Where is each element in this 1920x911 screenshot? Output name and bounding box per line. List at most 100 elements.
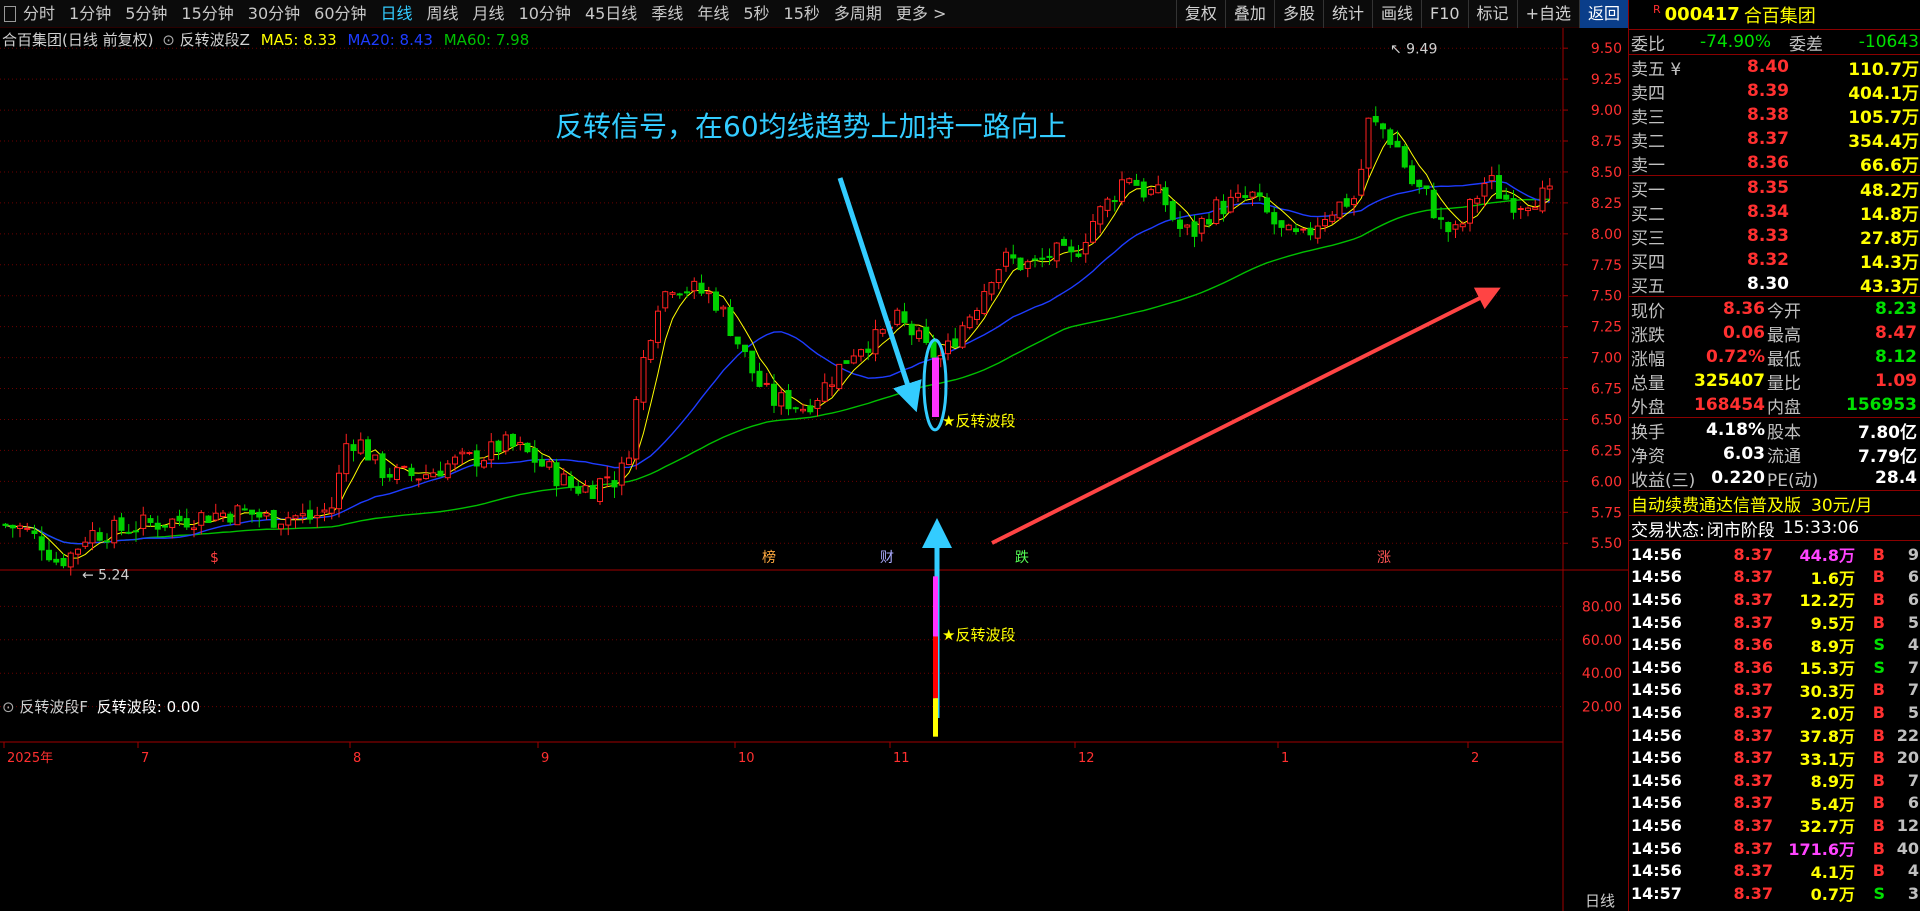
tick-time: 14:56: [1631, 567, 1682, 587]
event-marker[interactable]: $: [210, 550, 219, 566]
tool-button-0[interactable]: 复权: [1175, 0, 1225, 28]
tool-button-4[interactable]: 画线: [1371, 0, 1421, 28]
x-tick-label: 2: [1471, 751, 1479, 766]
tick-row: 14:56 8.37 5.4万 B 6: [1629, 792, 1920, 815]
period-tab-11[interactable]: 季线: [644, 0, 690, 28]
candle-body: [785, 390, 792, 410]
candle-body: [858, 349, 864, 357]
tick-row: 14:56 8.37 33.1万 B 20: [1629, 746, 1920, 769]
tool-button-6[interactable]: 标记: [1467, 0, 1517, 28]
stats-value: 8.36: [1723, 299, 1765, 319]
price-chart[interactable]: 9.50 9.25 9.00 8.75 8.50 8.25 8.00 7.75 7.50 7.25…: [0, 28, 1628, 911]
tick-side: B: [1872, 567, 1885, 587]
sells-price: 8.40: [1747, 57, 1789, 77]
period-tab-9[interactable]: 10分钟: [512, 0, 578, 28]
candle-body: [256, 511, 263, 518]
stats2-value: 4.18%: [1706, 420, 1765, 440]
candle-body: [46, 549, 52, 561]
candle-body: [647, 340, 654, 360]
candle-body: [1416, 179, 1423, 188]
candle-body: [959, 325, 966, 348]
candle-body: [821, 382, 828, 402]
period-tab-14[interactable]: 15秒: [777, 0, 827, 28]
period-tab-12[interactable]: 年线: [690, 0, 736, 28]
sells-label: 卖二: [1631, 131, 1665, 152]
period-tab-1[interactable]: 1分钟: [62, 0, 118, 28]
tool-button-7[interactable]: +自选: [1516, 0, 1579, 28]
buys-price: 8.33: [1747, 226, 1789, 246]
period-tab-4[interactable]: 30分钟: [241, 0, 307, 28]
sub-indicator-dropdown-icon[interactable]: ⊙: [2, 698, 15, 716]
sub-y-tick-label: 20.00: [1582, 700, 1622, 716]
stats2-value: 7.80亿: [1858, 422, 1917, 443]
candle-body: [966, 316, 973, 329]
event-marker[interactable]: 财: [880, 550, 894, 566]
buys-row: 买一 8.35 48.2万: [1629, 176, 1920, 201]
event-marker[interactable]: 跌: [1015, 550, 1029, 566]
candle-body: [1539, 187, 1546, 212]
event-marker[interactable]: 榜: [762, 549, 776, 566]
tick-count: 5: [1907, 702, 1919, 722]
tick-volume: 0.7万: [1810, 885, 1855, 905]
x-tick-label: 9: [541, 751, 549, 766]
period-tab-8[interactable]: 月线: [466, 0, 512, 28]
candle-body: [162, 525, 168, 528]
period-tab-2[interactable]: 5分钟: [118, 0, 174, 28]
period-tab-16[interactable]: 更多 >: [889, 0, 954, 28]
buys-price: 8.30: [1747, 274, 1789, 294]
candle-body: [879, 329, 886, 334]
tick-count: 5: [1907, 612, 1919, 632]
period-tab-6[interactable]: 日线: [374, 0, 420, 28]
tool-button-8[interactable]: 返回: [1578, 0, 1628, 28]
buys-price: 8.32: [1747, 250, 1789, 270]
candle-body: [234, 505, 241, 526]
candle-body: [452, 456, 458, 465]
candle-body: [1068, 246, 1075, 253]
sub-indicator-value: 反转波段: 0.00: [96, 698, 201, 716]
tick-time: 14:56: [1631, 770, 1682, 790]
candle-body: [60, 557, 67, 567]
candle-body: [1488, 175, 1495, 182]
period-tab-3[interactable]: 15分钟: [174, 0, 240, 28]
promo-row[interactable]: 自动续费通达信普及版 30元/月: [1629, 491, 1920, 516]
tool-button-1[interactable]: 叠加: [1224, 0, 1274, 28]
period-tab-13[interactable]: 5秒: [736, 0, 776, 28]
period-tab-15[interactable]: 多周期: [827, 0, 889, 28]
candle-body: [684, 291, 690, 294]
x-tick-label: 10: [738, 751, 755, 766]
tool-button-2[interactable]: 多股: [1273, 0, 1323, 28]
bottom-tab[interactable]: 日线: [1585, 890, 1615, 911]
sub-y-tick-label: 40.00: [1582, 666, 1622, 682]
period-tab-7[interactable]: 周线: [420, 0, 466, 28]
tick-volume: 1.6万: [1810, 568, 1855, 588]
period-tab-5[interactable]: 60分钟: [307, 0, 373, 28]
stock-code: 000417: [1664, 4, 1740, 25]
sub-indicator-name[interactable]: 反转波段F: [19, 698, 88, 716]
tool-button-5[interactable]: F10: [1420, 0, 1468, 28]
sub-bar-magenta: [933, 576, 938, 637]
buys-label: 买一: [1631, 180, 1665, 201]
tool-button-3[interactable]: 统计: [1322, 0, 1372, 28]
buys-price: 8.35: [1747, 178, 1789, 198]
candle-body: [31, 530, 38, 534]
period-tab-0[interactable]: 分时: [16, 0, 62, 28]
tick-volume: 171.6万: [1788, 840, 1855, 860]
tick-row: 14:56 8.37 32.7万 B 12: [1629, 814, 1920, 837]
candle-body: [1271, 212, 1278, 225]
promo-text: 自动续费通达信普及版: [1631, 495, 1801, 516]
candle-body: [582, 485, 589, 493]
candle-body: [9, 524, 16, 529]
buys-row: 买二 8.34 14.8万: [1629, 200, 1920, 225]
tick-row: 14:56 8.37 8.9万 B 7: [1629, 769, 1920, 792]
period-tab-10[interactable]: 45日线: [578, 0, 644, 28]
event-marker[interactable]: 涨: [1377, 550, 1391, 566]
weicha-value: -10643: [1858, 32, 1919, 52]
candle-body: [212, 512, 219, 521]
tick-count: 6: [1907, 567, 1919, 587]
stats-label: 外盘: [1631, 397, 1665, 418]
candle-body: [1119, 179, 1125, 202]
menu-icon[interactable]: [4, 5, 16, 22]
tick-price: 8.37: [1733, 770, 1773, 790]
candle-body: [481, 460, 487, 468]
tick-row: 14:56 8.37 9.5万 B 5: [1629, 611, 1920, 634]
